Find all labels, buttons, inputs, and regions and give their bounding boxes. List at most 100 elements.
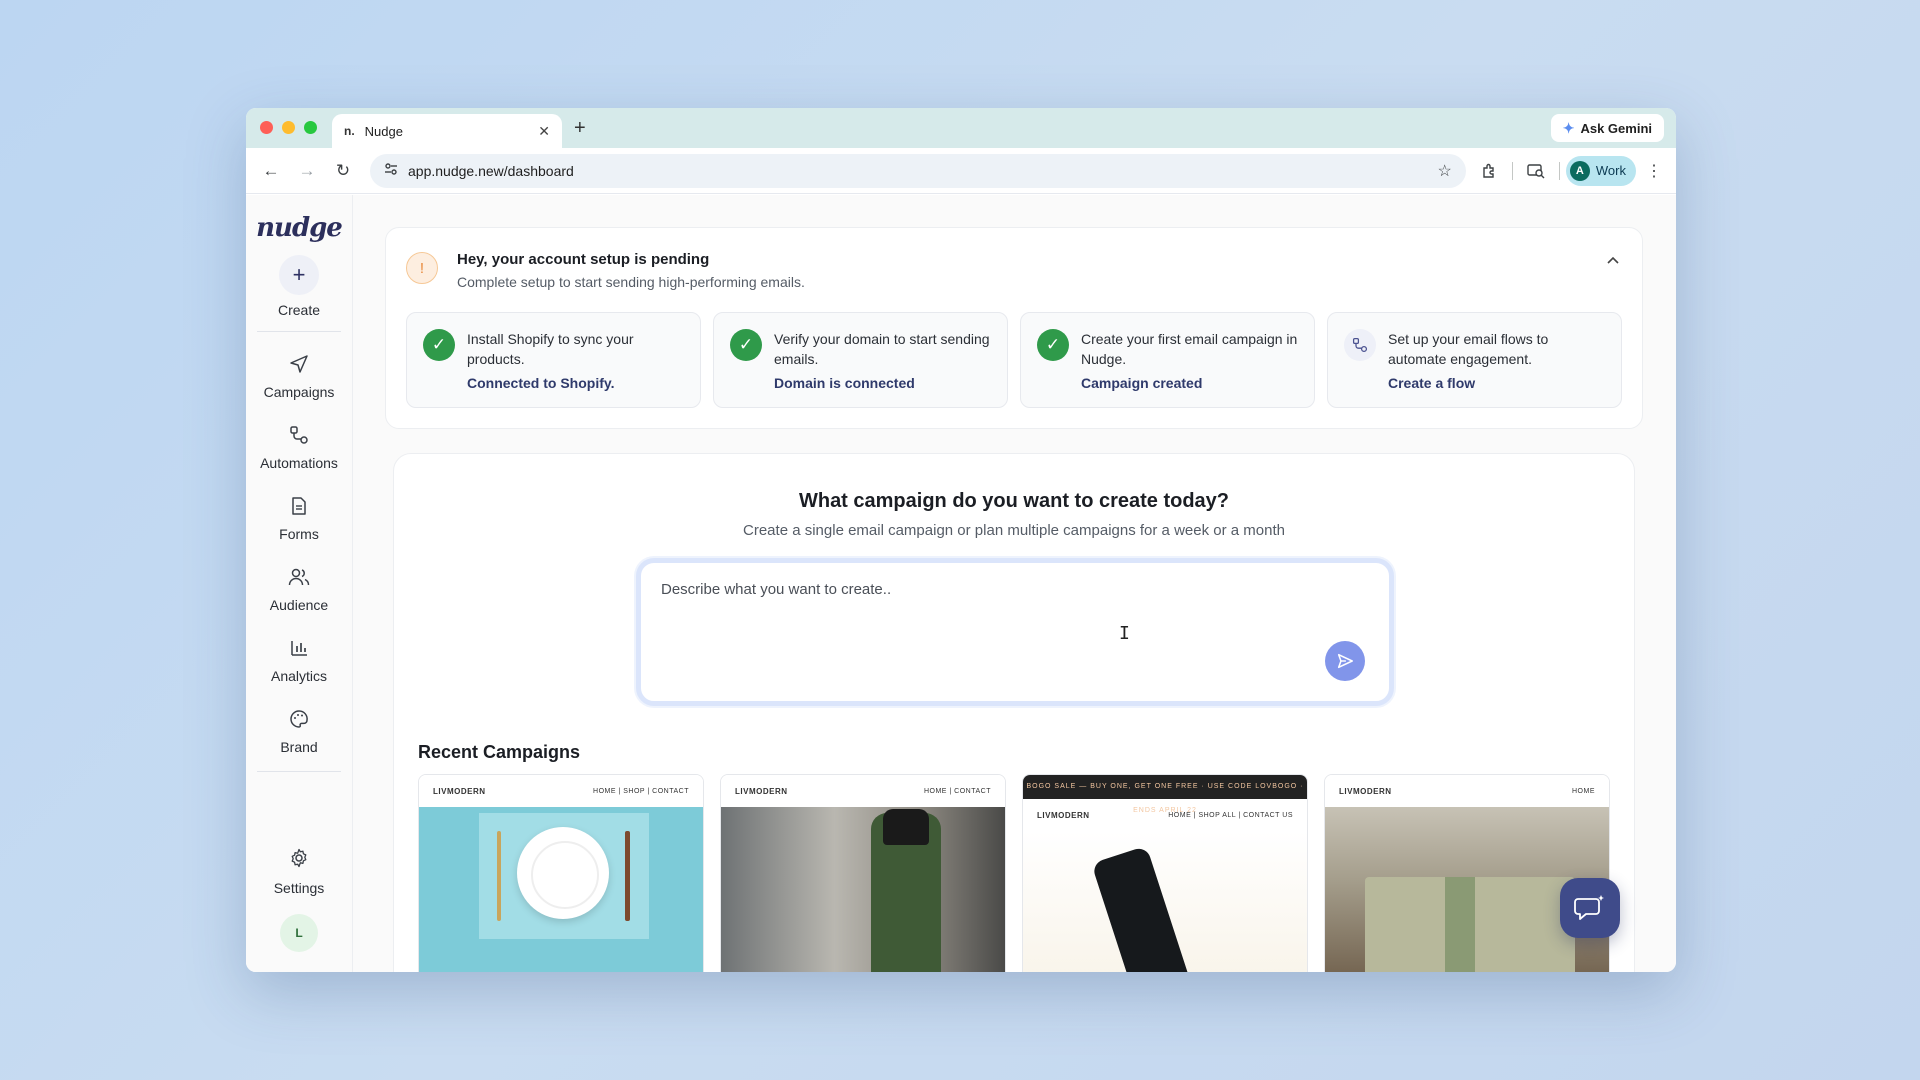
step-text: Set up your email flows to automate enga… (1388, 331, 1549, 367)
browser-window: n. Nudge ✕ + ✦ Ask Gemini ← → ↻ app.nudg… (246, 108, 1676, 972)
browser-menu-icon[interactable]: ⋮ (1642, 161, 1666, 181)
email-nav: HOME | SHOP ALL | CONTACT US (1168, 811, 1293, 819)
create-flow-link[interactable]: Create a flow (1388, 375, 1475, 391)
create-button[interactable]: + Create (278, 251, 320, 318)
email-brand: LIVMODERN (1037, 810, 1090, 820)
lens-search-icon[interactable] (1519, 156, 1553, 186)
fork-shape (497, 831, 501, 921)
sidebar-item-forms[interactable]: Forms (279, 493, 319, 542)
tab-nudge[interactable]: n. Nudge ✕ (332, 114, 562, 148)
create-label: Create (277, 302, 321, 318)
nudge-logo[interactable]: nudge (256, 213, 343, 243)
step-text: Verify your domain to start sending emai… (774, 331, 990, 367)
sidebar-item-label: Analytics (270, 668, 328, 684)
forward-button[interactable]: → (292, 156, 322, 186)
prompt-box[interactable]: I (636, 558, 1394, 706)
sidebar-divider (257, 771, 341, 772)
extensions-icon[interactable] (1472, 156, 1506, 186)
check-circle-icon: ✓ (730, 329, 762, 361)
send-button[interactable] (1325, 641, 1365, 681)
sidebar-item-campaigns[interactable]: Campaigns (263, 351, 335, 400)
sidebar-item-label: Campaigns (263, 384, 335, 400)
sidebar-item-label: Audience (269, 597, 329, 613)
avatar[interactable]: L (280, 914, 318, 952)
prompt-input[interactable] (661, 581, 1369, 661)
email-brand: LIVMODERN (433, 786, 486, 796)
step-text: Create your first email campaign in Nudg… (1081, 331, 1298, 367)
flow-icon (286, 422, 312, 448)
sidebar-item-automations[interactable]: Automations (260, 422, 338, 471)
sidebar: nudge + Create Campaigns Automations For… (246, 195, 353, 972)
chevron-up-icon[interactable] (1606, 252, 1620, 268)
sidebar-item-settings[interactable]: Settings (246, 848, 352, 896)
profile-button[interactable]: A Work (1565, 155, 1636, 186)
email-nav: HOME | SHOP | CONTACT (593, 787, 689, 795)
toolbar-divider (1558, 161, 1560, 180)
table-runner-shape (1445, 877, 1475, 972)
campaign-thumbnail (721, 807, 1005, 972)
chat-bubble-icon (1574, 895, 1604, 920)
composer-subtitle: Create a single email campaign or plan m… (743, 522, 1285, 539)
bookmark-star-icon[interactable]: ☆ (1438, 161, 1452, 181)
minimize-window-button[interactable] (282, 121, 295, 134)
email-brand: LIVMODERN (1339, 786, 1392, 796)
sidebar-item-analytics[interactable]: Analytics (271, 635, 327, 684)
browser-toolbar: ← → ↻ app.nudge.new/dashboard ☆ A Work ⋮ (246, 148, 1676, 194)
new-tab-button[interactable]: + (574, 116, 586, 140)
email-header: LIVMODERN HOME | CONTACT (721, 775, 1005, 807)
chat-support-button[interactable] (1560, 878, 1620, 938)
maximize-window-button[interactable] (304, 121, 317, 134)
sidebar-item-brand[interactable]: Brand (280, 706, 318, 755)
ask-gemini-button[interactable]: ✦ Ask Gemini (1550, 114, 1664, 142)
favicon-icon: n. (344, 124, 355, 138)
campaign-card[interactable]: BOGO SALE — BUY ONE, GET ONE FREE · USE … (1022, 774, 1308, 972)
users-icon (286, 564, 312, 590)
email-brand: LIVMODERN (735, 786, 788, 796)
campaign-card[interactable]: LIVMODERN HOME | CONTACT (720, 774, 1006, 972)
campaign-thumbnail (419, 807, 703, 972)
settings-label: Settings (273, 880, 325, 896)
send-icon (1337, 653, 1353, 669)
plus-icon: + (279, 255, 319, 295)
document-icon (286, 493, 312, 519)
campaign-card[interactable]: LIVMODERN HOME (1324, 774, 1610, 972)
email-nav: HOME | CONTACT (923, 787, 991, 795)
setup-step-shopify: ✓ Install Shopify to sync your products.… (406, 312, 701, 408)
reload-button[interactable]: ↻ (328, 156, 358, 186)
sidebar-item-audience[interactable]: Audience (270, 564, 328, 613)
recent-campaigns-title: Recent Campaigns (418, 742, 581, 762)
bottle-shape (871, 809, 941, 972)
campaign-card[interactable]: LIVMODERN HOME | SHOP | CONTACT (418, 774, 704, 972)
gear-icon (289, 848, 309, 873)
main-content: ! Hey, your account setup is pending Com… (353, 195, 1676, 972)
step-status: Connected to Shopify. (467, 375, 615, 391)
palette-icon (286, 706, 312, 732)
site-settings-icon[interactable] (384, 162, 398, 179)
sidebar-item-label: Forms (279, 526, 319, 542)
check-circle-icon: ✓ (423, 329, 455, 361)
email-promo-bar: BOGO SALE — BUY ONE, GET ONE FREE · USE … (1023, 775, 1307, 814)
check-circle-icon: ✓ (1037, 329, 1069, 361)
setup-subtitle: Complete setup to start sending high-per… (457, 274, 805, 290)
composer-title: What campaign do you want to create toda… (798, 490, 1230, 512)
recent-campaigns-list: LIVMODERN HOME | SHOP | CONTACT LIVMODER… (418, 774, 1610, 972)
ask-gemini-label: Ask Gemini (1580, 120, 1652, 136)
bar-chart-icon (286, 635, 312, 661)
url-text: app.nudge.new/dashboard (408, 162, 574, 179)
toolbar-divider (1511, 161, 1513, 180)
close-tab-icon[interactable]: ✕ (538, 123, 550, 140)
profile-label: Work (1595, 163, 1626, 178)
tab-title: Nudge (364, 123, 403, 139)
knife-shape (625, 831, 630, 921)
send-icon (286, 351, 312, 377)
address-bar[interactable]: app.nudge.new/dashboard ☆ (370, 153, 1466, 188)
step-text: Install Shopify to sync your products. (467, 331, 634, 367)
close-window-button[interactable] (260, 121, 273, 134)
email-header: LIVMODERN HOME | SHOP | CONTACT (419, 775, 703, 807)
setup-steps: ✓ Install Shopify to sync your products.… (406, 312, 1622, 408)
flow-icon (1344, 329, 1376, 361)
email-header: LIVMODERN HOME (1325, 775, 1609, 807)
back-button[interactable]: ← (256, 156, 286, 186)
plate-shape (517, 827, 609, 919)
gemini-sparkle-icon: ✦ (1562, 119, 1575, 136)
